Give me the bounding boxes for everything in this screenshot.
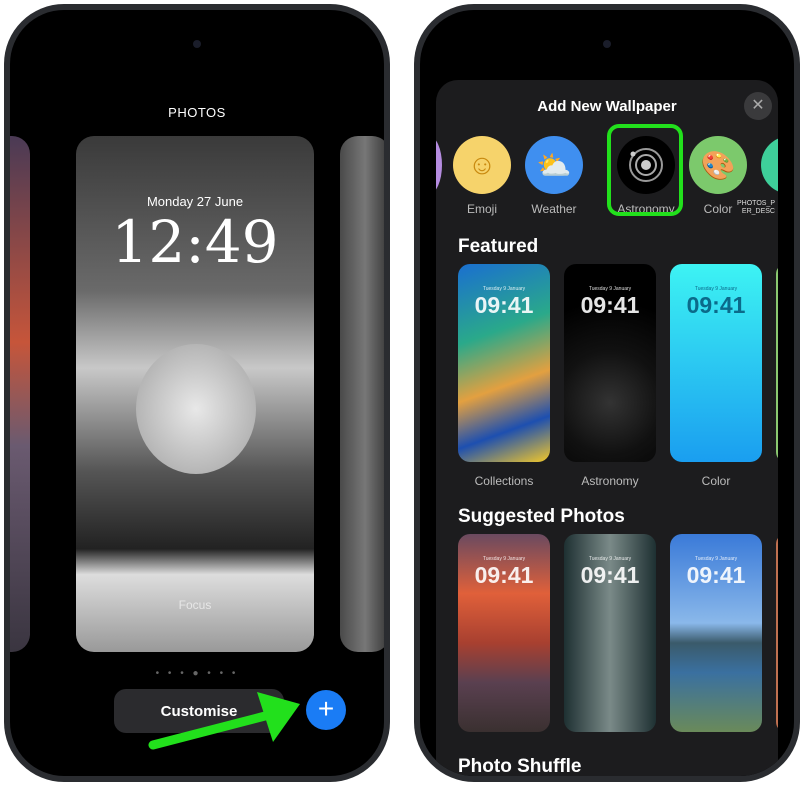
suggested-photos-title: Suggested Photos xyxy=(458,506,625,527)
featured-label: Color xyxy=(701,474,731,488)
person-icon: ● xyxy=(761,136,778,194)
lock-time: 12:49 xyxy=(111,208,279,276)
featured-title: Featured xyxy=(458,236,539,257)
category-emoji[interactable]: ☺ Emoji xyxy=(452,136,512,216)
plus-icon: + xyxy=(317,693,335,724)
suggested-photo-partial[interactable] xyxy=(776,534,778,732)
suggested-photo-card[interactable]: Tuesday 9 January 09:41 xyxy=(564,534,656,732)
featured-label: Astronomy xyxy=(581,474,639,488)
front-camera xyxy=(603,40,611,48)
lock-date: Monday 27 June xyxy=(146,194,244,209)
add-wallpaper-sheet: Add New Wallpaper ✕ ☺ Emoji ⛅ Weather Astr… xyxy=(436,80,778,776)
featured-card-collections[interactable]: Tuesday 9 January 09:41 xyxy=(458,264,550,462)
suggested-photo-card[interactable]: Tuesday 9 January 09:41 xyxy=(458,534,550,732)
category-weather[interactable]: ⛅ Weather xyxy=(524,136,584,216)
category-people-label: PHOTOS_PER_DESC xyxy=(737,200,775,215)
category-partial[interactable] xyxy=(436,136,442,194)
green-arrow-annotation xyxy=(148,692,300,750)
focus-label[interactable]: Focus xyxy=(76,598,314,612)
photo-shuffle-title: Photo Shuffle xyxy=(458,756,582,776)
next-wallpaper-preview[interactable] xyxy=(340,136,384,652)
front-camera xyxy=(193,40,201,48)
category-people[interactable]: ● xyxy=(760,136,778,194)
prev-wallpaper-preview[interactable] xyxy=(10,136,30,652)
smiley-icon: ☺ xyxy=(453,136,511,194)
suggested-photo-card[interactable]: Tuesday 9 January 09:41 xyxy=(670,534,762,732)
baby-photo xyxy=(136,344,256,474)
current-wallpaper-preview[interactable]: Monday 27 June 12:49 Focus xyxy=(76,136,314,652)
featured-card-partial[interactable] xyxy=(776,264,778,462)
right-phone: Add New Wallpaper ✕ ☺ Emoji ⛅ Weather Astr… xyxy=(414,4,800,782)
featured-label: Collections xyxy=(474,474,534,488)
astronomy-highlight-annotation xyxy=(607,124,683,216)
gallery-title: PHOTOS xyxy=(168,105,226,120)
featured-card-color[interactable]: Tuesday 9 January 09:41 xyxy=(670,264,762,462)
featured-card-astronomy[interactable]: Tuesday 9 January 09:41 xyxy=(564,264,656,462)
palette-icon: 🎨 xyxy=(689,136,747,194)
wallpaper-screen: Add New Wallpaper ✕ ☺ Emoji ⛅ Weather Astr… xyxy=(420,10,794,776)
sheet-title: Add New Wallpaper xyxy=(537,98,677,115)
left-phone: PHOTOS Monday 27 June 12:49 Focus • • • … xyxy=(4,4,390,782)
close-button[interactable]: ✕ xyxy=(744,92,772,120)
close-icon: ✕ xyxy=(751,97,765,114)
cloud-sun-icon: ⛅ xyxy=(525,136,583,194)
lock-screen-gallery: PHOTOS Monday 27 June 12:49 Focus • • • … xyxy=(10,10,384,776)
page-indicator[interactable]: • • • ● • • • xyxy=(10,668,384,679)
